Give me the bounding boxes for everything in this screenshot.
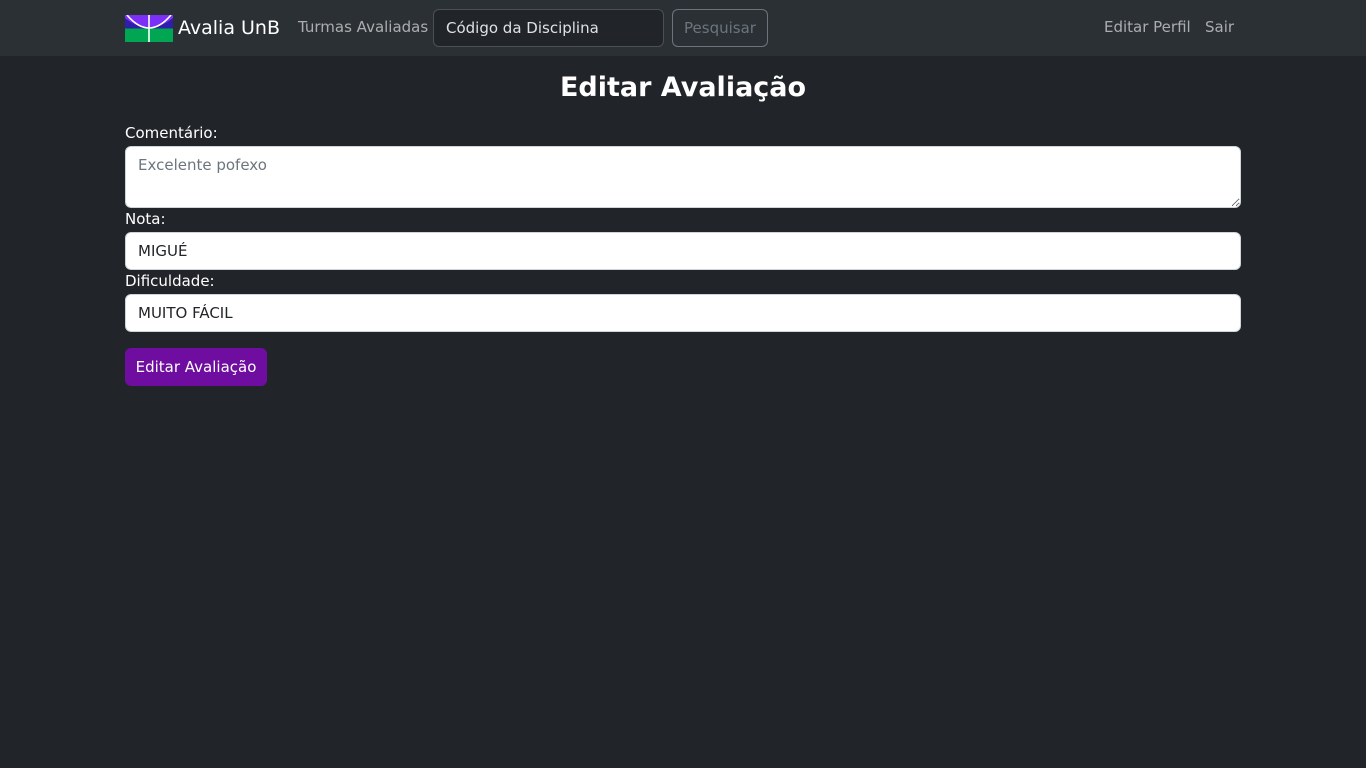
edit-review-button[interactable]: Editar Avaliação: [125, 348, 267, 386]
grade-field[interactable]: [125, 232, 1241, 270]
nav-link-turmas-avaliadas[interactable]: Turmas Avaliadas: [298, 17, 428, 37]
search-button[interactable]: Pesquisar: [672, 9, 768, 47]
comment-textarea[interactable]: [125, 146, 1241, 208]
navbar: Avalia UnB Turmas Avaliadas Pesquisar Ed…: [0, 0, 1366, 56]
grade-label: Nota:: [125, 210, 166, 228]
search-input[interactable]: [433, 9, 664, 47]
nav-link-logout[interactable]: Sair: [1205, 17, 1234, 37]
difficulty-label: Dificuldade:: [125, 272, 215, 290]
brand-link[interactable]: Avalia UnB: [125, 14, 280, 43]
difficulty-field[interactable]: [125, 294, 1241, 332]
unb-logo-icon: [125, 15, 173, 42]
page-title: Editar Avaliação: [559, 72, 807, 103]
brand-name: Avalia UnB: [178, 17, 280, 39]
nav-link-edit-profile[interactable]: Editar Perfil: [1104, 17, 1191, 37]
comment-label: Comentário:: [125, 124, 218, 142]
